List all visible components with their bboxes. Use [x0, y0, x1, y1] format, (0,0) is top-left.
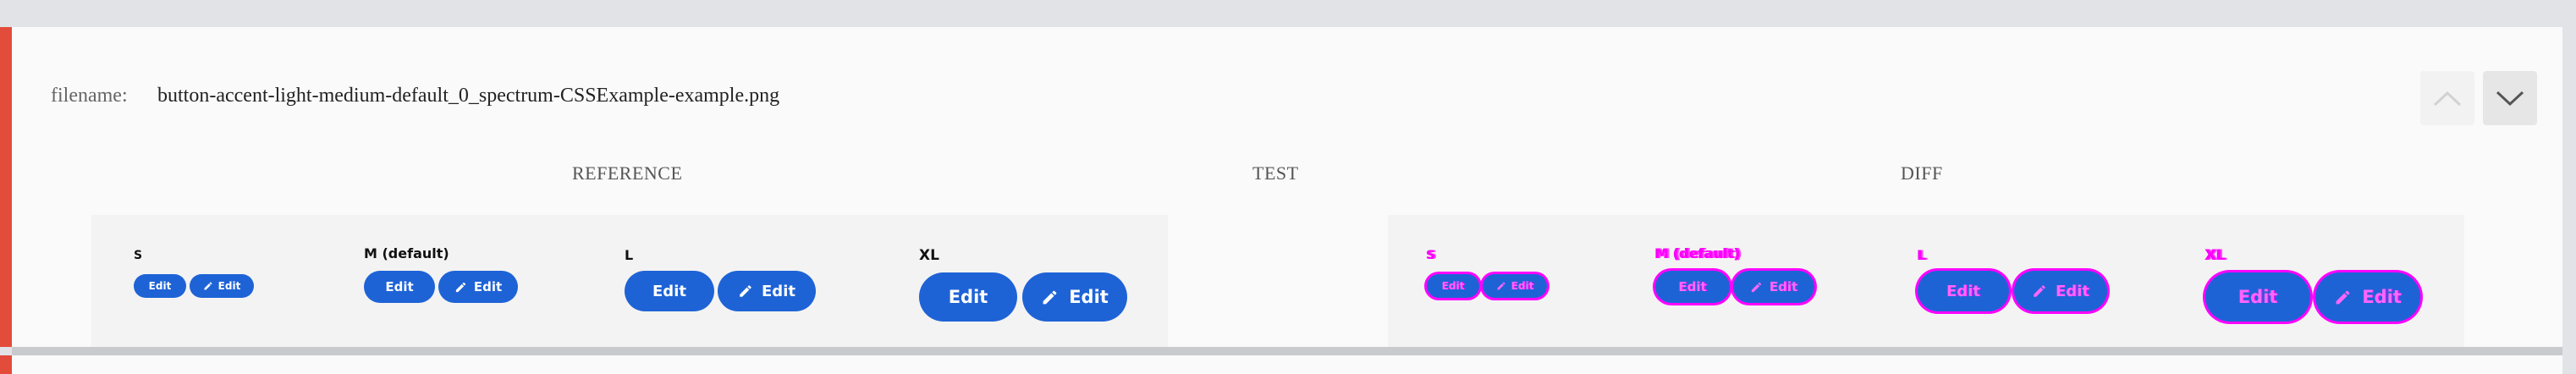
test-column-title: TEST [1252, 162, 1299, 184]
edit-button-xl: Edit [2205, 272, 2310, 322]
filename-label: filename: [51, 85, 128, 107]
button-label: Edit [1678, 279, 1707, 294]
button-label: Edit [2362, 287, 2402, 307]
previous-button[interactable] [2420, 71, 2474, 125]
reference-column-title: REFERENCE [572, 162, 683, 184]
size-label-m: M (default) [364, 245, 449, 261]
button-label: Edit [148, 280, 172, 292]
edit-icon-button-xl: Edit [2315, 272, 2420, 322]
size-label-l: L [625, 247, 634, 263]
pencil-icon [2336, 290, 2350, 304]
button-label: Edit [1769, 279, 1798, 294]
size-label-xl: XL [2205, 247, 2226, 264]
button-label: Edit [1441, 280, 1465, 292]
diff-image: S Edit Edit M (default) Edit Edit L Edit… [1388, 215, 2464, 350]
edit-button-xl[interactable]: Edit [919, 272, 1017, 322]
button-label: Edit [762, 282, 795, 300]
chevron-up-icon [2433, 91, 2462, 107]
chevron-down-icon [2496, 91, 2524, 107]
button-label: Edit [473, 279, 503, 294]
size-label-xl: XL [919, 247, 939, 264]
edit-button-s: Edit [1427, 274, 1479, 298]
pencil-icon [455, 282, 465, 292]
edit-button-l[interactable]: Edit [625, 271, 714, 311]
pencil-icon [1751, 282, 1761, 292]
edit-button-l: Edit [1918, 271, 2009, 311]
button-label: Edit [385, 279, 414, 294]
edit-button-m: Edit [1655, 271, 1730, 303]
card-divider [12, 347, 2562, 355]
size-label-s: S [134, 249, 143, 262]
button-label: Edit [2237, 287, 2278, 307]
button-label: Edit [217, 280, 241, 292]
status-accent-bar [0, 355, 12, 374]
pencil-icon [1497, 282, 1505, 290]
next-result-card [0, 355, 2562, 374]
pencil-icon [1043, 290, 1057, 304]
status-accent-bar [0, 27, 12, 347]
button-label: Edit [652, 282, 686, 300]
pencil-icon [2034, 285, 2045, 297]
diff-column-title: DIFF [1901, 162, 1943, 184]
edit-icon-button-m[interactable]: Edit [438, 271, 518, 303]
filename-value: button-accent-light-medium-default_0_spe… [157, 85, 780, 107]
edit-icon-button-l[interactable]: Edit [718, 271, 816, 311]
edit-icon-button-s: Edit [1483, 274, 1547, 298]
pencil-icon [204, 282, 212, 290]
next-button[interactable] [2483, 71, 2537, 125]
edit-button-s[interactable]: Edit [134, 274, 186, 298]
result-card: filename: button-accent-light-medium-def… [0, 27, 2562, 355]
button-label: Edit [948, 287, 988, 307]
size-label-m: M (default) [1655, 245, 1741, 261]
reference-image: S Edit Edit M (default) Edit Edit L Edit… [91, 215, 1168, 350]
edit-icon-button-xl[interactable]: Edit [1022, 272, 1127, 322]
size-label-l: L [1918, 247, 1927, 263]
edit-icon-button-m: Edit [1733, 271, 1814, 303]
button-label: Edit [1946, 282, 1980, 300]
button-label: Edit [1511, 280, 1534, 292]
edit-icon-button-l: Edit [2014, 271, 2107, 311]
button-label: Edit [1069, 287, 1109, 307]
edit-icon-button-s[interactable]: Edit [190, 274, 254, 298]
button-label: Edit [2056, 282, 2089, 300]
edit-button-m[interactable]: Edit [364, 271, 435, 303]
size-label-s: S [1427, 249, 1436, 262]
pencil-icon [740, 285, 751, 297]
